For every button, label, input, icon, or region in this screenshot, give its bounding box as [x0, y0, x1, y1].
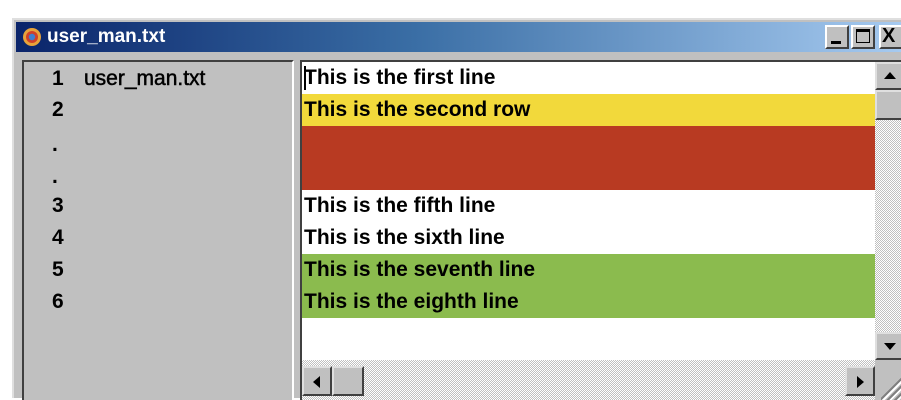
line-index-pane: 1 user_man.txt 2 . . 3 4 5 6 [22, 60, 294, 400]
text-editor-pane[interactable]: This is the first line This is the secon… [300, 60, 901, 400]
arrow-up-icon [884, 72, 896, 79]
text-line[interactable]: This is the sixth line [302, 222, 875, 254]
line-text: This is the second row [304, 98, 531, 121]
text-line[interactable]: This is the first line [302, 62, 875, 94]
text-line[interactable]: This is the second row [302, 94, 875, 126]
index-number: 2 [52, 98, 64, 121]
scrollbar-corner [875, 360, 901, 400]
index-ellipsis-dot: . [52, 165, 58, 188]
maximize-button[interactable] [851, 25, 875, 49]
text-line[interactable]: This is the eighth line [302, 286, 875, 318]
arrow-down-icon [884, 343, 896, 350]
index-ellipsis-dot: . [52, 133, 58, 156]
resize-grip-icon[interactable] [881, 378, 901, 400]
text-line[interactable]: This is the fifth line [302, 190, 875, 222]
index-filename: user_man.txt [84, 67, 206, 91]
index-number: 5 [52, 258, 64, 281]
close-icon: X [882, 25, 896, 47]
text-line[interactable] [302, 126, 875, 158]
line-text: This is the seventh line [304, 258, 536, 281]
index-number: 3 [52, 194, 64, 217]
title-buttons: X [825, 25, 901, 49]
minimize-button[interactable] [825, 25, 849, 49]
horizontal-scrollbar[interactable] [302, 360, 875, 400]
minimize-icon [831, 41, 841, 44]
app-circle-icon [23, 28, 41, 46]
scroll-left-button[interactable] [302, 366, 332, 396]
text-line[interactable]: This is the seventh line [302, 254, 875, 286]
text-caret [304, 66, 306, 90]
line-text: This is the fifth line [304, 194, 496, 217]
text-area[interactable]: This is the first line This is the secon… [302, 62, 875, 360]
vertical-scrollbar[interactable] [875, 62, 901, 360]
title-bar[interactable]: user_man.txt X [16, 22, 901, 52]
close-button[interactable]: X [879, 25, 901, 49]
text-line[interactable] [302, 158, 875, 190]
line-text: This is the sixth line [304, 226, 505, 249]
line-text: This is the first line [304, 66, 496, 89]
arrow-right-icon [857, 376, 864, 388]
arrow-left-icon [313, 376, 320, 388]
scroll-down-button[interactable] [875, 332, 901, 360]
line-text: This is the eighth line [304, 290, 519, 313]
index-number: 6 [52, 290, 64, 313]
index-number: 1 [52, 67, 64, 90]
vertical-scroll-thumb[interactable] [875, 90, 901, 120]
maximize-icon [856, 29, 870, 43]
window-title: user_man.txt [47, 26, 166, 47]
scroll-up-button[interactable] [875, 62, 901, 90]
scroll-right-button[interactable] [845, 366, 875, 396]
index-number: 4 [52, 226, 64, 249]
horizontal-scroll-thumb[interactable] [332, 366, 364, 396]
app-window: user_man.txt X 1 user_man.txt 2 . . 3 4 … [12, 18, 901, 400]
